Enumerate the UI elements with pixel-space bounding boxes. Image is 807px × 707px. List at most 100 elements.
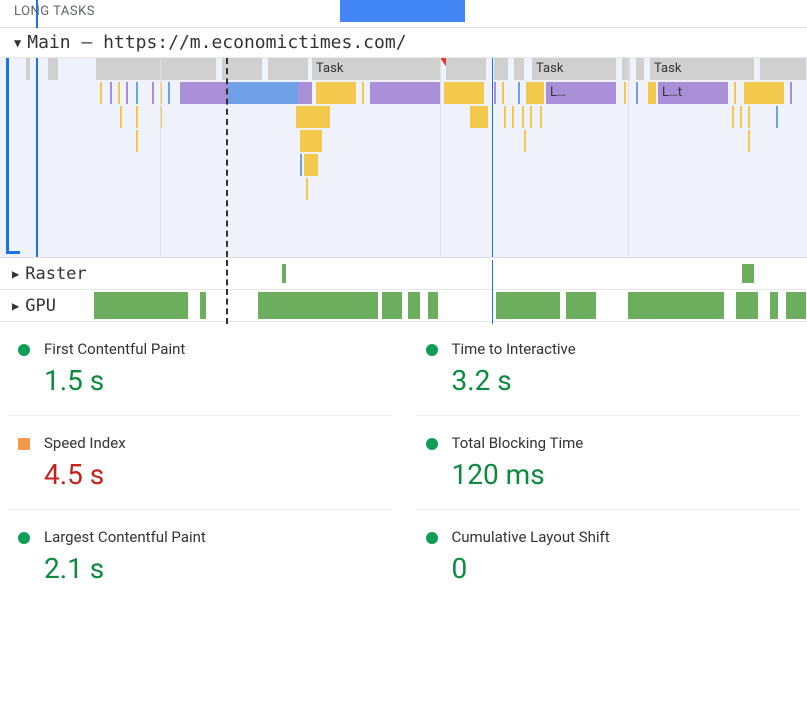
metric-lcp[interactable]: Largest Contentful Paint 2.1 s	[8, 510, 392, 603]
segment[interactable]	[180, 82, 228, 104]
task-segment[interactable]	[222, 58, 262, 80]
segment[interactable]	[790, 82, 792, 104]
metric-label: Largest Contentful Paint	[44, 528, 206, 546]
segment[interactable]	[136, 130, 138, 152]
segment[interactable]	[526, 82, 544, 104]
metric-speed-index[interactable]: Speed Index 4.5 s	[8, 416, 392, 510]
segment[interactable]	[120, 106, 122, 128]
segment[interactable]	[118, 82, 120, 104]
segment[interactable]	[168, 82, 170, 104]
segment[interactable]	[740, 106, 742, 128]
task-segment[interactable]: Task	[650, 58, 754, 80]
segment[interactable]	[732, 106, 734, 128]
segment[interactable]	[518, 82, 520, 104]
metric-value: 2.1 s	[44, 552, 206, 585]
long-task-segment[interactable]	[340, 0, 465, 22]
segment[interactable]	[748, 130, 750, 152]
raster-segment[interactable]	[282, 264, 286, 283]
segment[interactable]	[776, 106, 778, 128]
metric-value: 0	[452, 552, 610, 585]
segment[interactable]	[152, 82, 154, 104]
task-segment[interactable]	[494, 58, 508, 80]
segment[interactable]	[228, 82, 298, 104]
segment[interactable]	[636, 82, 638, 104]
metric-value: 1.5 s	[44, 364, 185, 397]
track-header-main[interactable]: ▼ Main — https://m.economictimes.com/	[0, 28, 807, 58]
segment[interactable]	[136, 82, 138, 104]
segment[interactable]	[306, 178, 308, 200]
flame-chart[interactable]: Task Task Task L… L…t	[0, 58, 807, 258]
chevron-down-icon[interactable]: ▼	[14, 36, 21, 50]
track-header-gpu[interactable]: ▶ GPU	[0, 290, 807, 322]
gpu-segment[interactable]	[496, 292, 560, 319]
layout-label: L…	[550, 85, 566, 100]
task-segment[interactable]	[268, 58, 308, 80]
segment[interactable]	[512, 106, 514, 128]
metric-fcp[interactable]: First Contentful Paint 1.5 s	[8, 322, 392, 416]
segment[interactable]	[734, 82, 736, 104]
segment[interactable]	[540, 106, 542, 128]
track-header-raster[interactable]: ▶ Raster	[0, 258, 807, 290]
gpu-segment[interactable]	[736, 292, 758, 319]
task-segment[interactable]	[514, 58, 524, 80]
task-segment[interactable]	[48, 58, 58, 80]
segment[interactable]	[362, 82, 364, 104]
metric-tti[interactable]: Time to Interactive 3.2 s	[416, 322, 800, 416]
gpu-segment[interactable]	[408, 292, 420, 319]
gpu-segment[interactable]	[770, 292, 778, 319]
task-segment[interactable]	[636, 58, 644, 80]
segment[interactable]: L…	[546, 82, 616, 104]
gpu-segment[interactable]	[258, 292, 378, 319]
segment[interactable]	[110, 82, 112, 104]
segment[interactable]	[126, 82, 128, 104]
fcp-marker-line	[226, 260, 228, 324]
gpu-segment[interactable]	[200, 292, 206, 319]
status-dot-icon	[18, 344, 30, 356]
segment[interactable]	[530, 106, 532, 128]
time-marker[interactable]	[36, 58, 38, 258]
tti-marker-line	[492, 260, 493, 324]
grid-line	[160, 58, 161, 257]
segment[interactable]	[296, 106, 330, 128]
gpu-segment[interactable]	[786, 292, 806, 319]
long-tasks-label: LONG TASKS	[14, 4, 95, 19]
task-segment[interactable]	[446, 58, 486, 80]
segment[interactable]	[316, 82, 356, 104]
segment[interactable]	[370, 82, 440, 104]
segment[interactable]	[470, 106, 488, 128]
metric-cls[interactable]: Cumulative Layout Shift 0	[416, 510, 800, 603]
segment[interactable]	[624, 82, 626, 104]
gpu-segment[interactable]	[428, 292, 438, 319]
segment[interactable]	[524, 130, 526, 152]
metric-tbt[interactable]: Total Blocking Time 120 ms	[416, 416, 800, 510]
segment[interactable]	[522, 106, 524, 128]
segment[interactable]	[444, 82, 484, 104]
task-segment[interactable]: Task	[532, 58, 616, 80]
segment[interactable]	[748, 106, 750, 128]
segment[interactable]	[100, 82, 102, 104]
segment[interactable]	[648, 82, 656, 104]
segment[interactable]	[298, 82, 312, 104]
gpu-segment[interactable]	[566, 292, 596, 319]
time-marker[interactable]	[36, 0, 38, 28]
task-segment[interactable]: Task	[312, 58, 440, 80]
segment[interactable]	[744, 82, 784, 104]
segment[interactable]	[136, 106, 138, 128]
task-segment[interactable]	[26, 58, 30, 80]
gpu-segment[interactable]	[628, 292, 724, 319]
segment[interactable]	[300, 130, 322, 152]
tti-marker-line	[492, 58, 493, 257]
grid-line	[628, 58, 629, 257]
metric-label: Speed Index	[44, 434, 126, 452]
segment[interactable]	[504, 106, 506, 128]
segment[interactable]	[304, 154, 318, 176]
segment[interactable]	[494, 82, 496, 104]
raster-segment[interactable]	[742, 264, 754, 283]
gpu-segment[interactable]	[94, 292, 188, 319]
segment[interactable]	[502, 82, 504, 104]
segment[interactable]	[300, 154, 302, 176]
task-segment[interactable]	[760, 58, 806, 80]
gpu-segment[interactable]	[382, 292, 402, 319]
task-segment[interactable]	[96, 58, 216, 80]
segment[interactable]: L…t	[658, 82, 728, 104]
